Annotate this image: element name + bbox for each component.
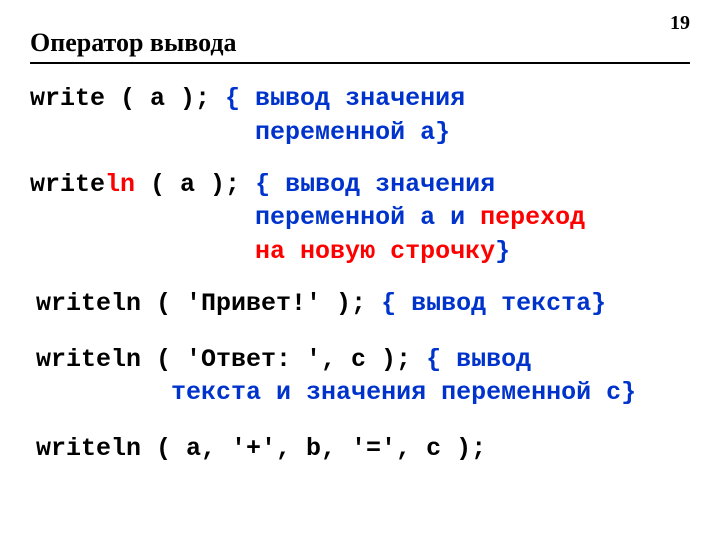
title-rule: [30, 62, 690, 64]
code-text-highlight: ln: [105, 170, 135, 199]
code-text: write ( a );: [30, 84, 225, 113]
comment-text-highlight: переход: [480, 203, 585, 232]
code-text: writeln ( 'Ответ: ', c );: [36, 345, 426, 374]
comment-text: текста и значения переменной c}: [171, 378, 636, 407]
code-text: writeln ( a, '+', b, '=', c );: [36, 434, 486, 463]
example-4: writeln ( 'Ответ: ', c ); { вывод текста…: [36, 343, 690, 411]
code-pad: [36, 376, 171, 410]
example-1: write ( a ); { вывод значения переменной…: [30, 82, 690, 150]
comment-text-highlight: на новую строчку: [255, 237, 495, 266]
page-number: 19: [670, 12, 690, 35]
comment-text: переменной a}: [255, 118, 450, 147]
code-pad: [30, 116, 255, 150]
example-5: writeln ( a, '+', b, '=', c );: [36, 432, 690, 466]
comment-text: { вывод значения: [225, 84, 465, 113]
code-text: write: [30, 170, 105, 199]
comment-text: переменной a и: [255, 203, 480, 232]
code-text: writeln ( 'Привет!' );: [36, 289, 381, 318]
example-3: writeln ( 'Привет!' ); { вывод текста}: [36, 287, 690, 321]
code-pad: [30, 235, 255, 269]
comment-text: { вывод текста}: [381, 289, 606, 318]
comment-text: }: [495, 237, 510, 266]
page-title: Оператор вывода: [30, 28, 690, 58]
code-text: ( a );: [135, 170, 255, 199]
example-2: writeln ( a ); { вывод значения переменн…: [30, 168, 690, 269]
comment-text: { вывод: [426, 345, 531, 374]
comment-text: { вывод значения: [255, 170, 495, 199]
code-pad: [30, 201, 255, 235]
